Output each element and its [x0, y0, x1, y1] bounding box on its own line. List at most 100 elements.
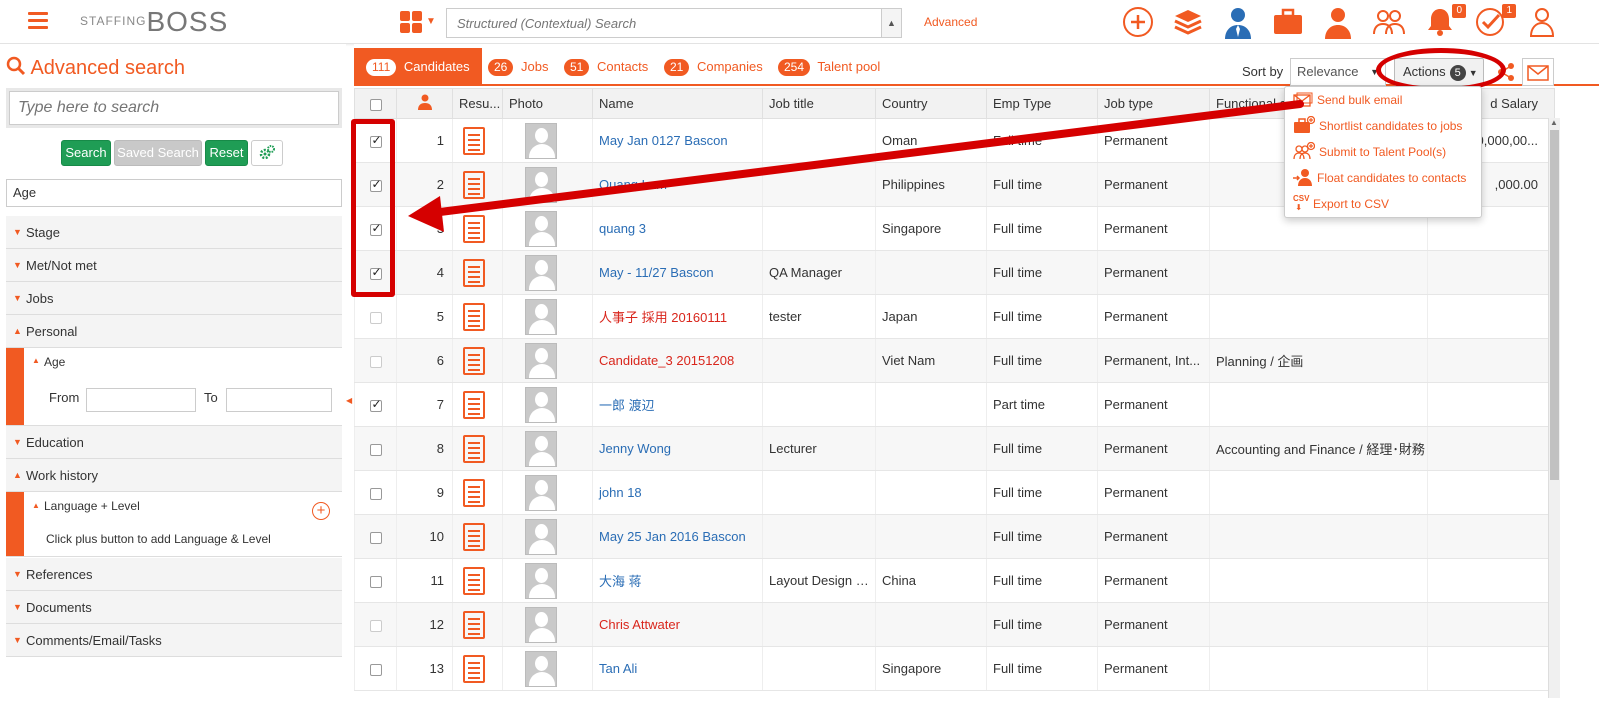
candidate-name-link[interactable]: May 25 Jan 2016 Bascon — [599, 529, 746, 544]
row-checkbox[interactable] — [369, 575, 382, 588]
avatar[interactable] — [525, 650, 557, 687]
candidate-name-link[interactable]: Chris Attwater — [599, 617, 680, 632]
section-personal[interactable]: ▲ Personal — [6, 315, 342, 348]
menu-item-send-bulk-email[interactable]: Send bulk email — [1293, 89, 1402, 111]
avatar[interactable] — [525, 562, 557, 599]
section-documents[interactable]: ▼ Documents — [6, 591, 342, 624]
select-all-checkbox[interactable] — [369, 98, 382, 111]
section-stage[interactable]: ▼ Stage — [6, 216, 342, 249]
candidate-name-link[interactable]: john 18 — [599, 485, 642, 500]
tab-candidates[interactable]: 111 Candidates — [354, 48, 482, 86]
resume-document-icon[interactable] — [463, 302, 485, 331]
layers-icon[interactable] — [1172, 6, 1204, 38]
tab-talent-pool[interactable]: 254 Talent pool — [778, 48, 880, 86]
table-row[interactable]: 4 May - 11/27 Bascon QA Manager Full timePe… — [354, 250, 1555, 295]
resume-document-icon[interactable] — [463, 346, 485, 375]
photo-header[interactable]: Photo — [502, 88, 593, 119]
table-row[interactable]: 8 Jenny Wong Lecturer Full time Permanent Acc… — [354, 426, 1555, 471]
add-language-plus-icon[interactable]: + — [312, 502, 330, 520]
table-row[interactable]: 10 May 25 Jan 2016 Bascon Full time Permane… — [354, 514, 1555, 559]
resume-document-icon[interactable] — [463, 566, 485, 595]
search-caret-button[interactable]: ▲ — [881, 9, 901, 37]
avatar[interactable] — [525, 298, 557, 335]
resume-document-icon[interactable] — [463, 654, 485, 683]
resume-document-icon[interactable] — [463, 434, 485, 463]
section-met-not-met[interactable]: ▼ Met/Not met — [6, 249, 342, 282]
candidate-name-link[interactable]: May Jan 0127 Bascon — [599, 133, 728, 148]
resume-document-icon[interactable] — [463, 258, 485, 287]
email-template-button[interactable] — [1522, 58, 1554, 86]
avatar[interactable] — [525, 122, 557, 159]
saved-search-button[interactable]: Saved Search — [114, 140, 202, 166]
owner-header[interactable] — [396, 88, 453, 119]
avatar[interactable] — [525, 474, 557, 511]
section-references[interactable]: ▼ References — [6, 558, 342, 591]
logo[interactable]: STAFFINGBOSS — [80, 6, 228, 38]
contact-icon[interactable] — [1322, 6, 1354, 39]
panel-search-input[interactable] — [9, 91, 339, 125]
table-row[interactable]: 12 Chris Attwater Full time Permanent — [354, 602, 1555, 647]
resume-document-icon[interactable] — [463, 522, 485, 551]
row-checkbox[interactable] — [369, 355, 382, 368]
avatar[interactable] — [525, 342, 557, 379]
age-from-input[interactable] — [86, 388, 196, 412]
table-row[interactable]: 5 人事子 採用 20160111 tester Japan Full time Perm… — [354, 294, 1555, 339]
candidate-user-icon[interactable] — [1222, 6, 1254, 39]
table-row[interactable]: 13 Tan Ali Singapore Full time Permanent — [354, 646, 1555, 691]
row-checkbox[interactable] — [369, 531, 382, 544]
job-title-header[interactable]: Job title — [762, 88, 876, 119]
avatar[interactable] — [525, 518, 557, 555]
section-education[interactable]: ▼ Education — [6, 426, 342, 459]
add-icon[interactable] — [1122, 6, 1154, 38]
candidate-name-link[interactable]: Quang Lam — [599, 177, 667, 192]
briefcase-icon[interactable] — [1272, 6, 1304, 38]
candidate-name-link[interactable]: quang 3 — [599, 221, 646, 236]
candidate-name-link[interactable]: 一郎 渡辺 — [599, 398, 655, 413]
apps-grid-icon[interactable] — [400, 11, 422, 33]
resume-document-icon[interactable] — [463, 214, 485, 243]
row-checkbox[interactable] — [369, 487, 382, 500]
resume-document-icon[interactable] — [463, 170, 485, 199]
tab-contacts[interactable]: 51 Contacts — [564, 48, 648, 86]
candidate-name-link[interactable]: 大海 蒋 — [599, 574, 642, 589]
resume-document-icon[interactable] — [463, 478, 485, 507]
menu-item-talent-pool[interactable]: Submit to Talent Pool(s) — [1293, 141, 1446, 163]
tasks-check-icon[interactable]: 1 — [1474, 4, 1516, 38]
row-checkbox[interactable] — [369, 311, 382, 324]
candidate-name-link[interactable]: Candidate_3 20151208 — [599, 353, 734, 368]
advanced-link[interactable]: Advanced — [924, 15, 977, 29]
emp-type-header[interactable]: Emp Type — [986, 88, 1098, 119]
scroll-up-icon[interactable]: ▲ — [1550, 118, 1558, 127]
section-work-history[interactable]: ▲ Work history — [6, 459, 342, 492]
table-row[interactable]: 7 一郎 渡辺 Part timePermanent — [354, 382, 1555, 427]
age-to-input[interactable] — [226, 388, 332, 412]
resume-document-icon[interactable] — [463, 126, 485, 155]
triangle-up-icon[interactable]: ▲ — [32, 501, 40, 510]
avatar[interactable] — [525, 254, 557, 291]
candidate-name-link[interactable]: 人事子 採用 20160111 — [599, 310, 727, 325]
notifications-bell-icon[interactable]: 0 — [1424, 4, 1466, 38]
settings-gears-button[interactable] — [251, 140, 283, 166]
profile-icon[interactable] — [1528, 6, 1560, 38]
avatar[interactable] — [525, 210, 557, 247]
table-scrollbar[interactable]: ▲ — [1548, 118, 1560, 698]
country-header[interactable]: Country — [875, 88, 987, 119]
menu-item-float-candidates[interactable]: Float candidates to contacts — [1293, 167, 1466, 189]
table-row[interactable]: 11 大海 蒋 Layout Design E... China Full time Pe… — [354, 558, 1555, 603]
row-checkbox[interactable] — [369, 397, 382, 412]
resume-document-icon[interactable] — [463, 390, 485, 419]
candidate-name-link[interactable]: Jenny Wong — [599, 441, 671, 456]
tab-jobs[interactable]: 26 Jobs — [488, 48, 548, 86]
avatar[interactable] — [525, 166, 557, 203]
avatar[interactable] — [525, 606, 557, 643]
row-checkbox[interactable] — [369, 663, 382, 676]
menu-item-export-csv[interactable]: CSV ⬇ Export to CSV — [1293, 193, 1389, 215]
row-checkbox[interactable] — [369, 619, 382, 632]
tab-companies[interactable]: 21 Companies — [664, 48, 763, 86]
avatar[interactable] — [525, 386, 557, 423]
menu-item-shortlist[interactable]: Shortlist candidates to jobs — [1293, 115, 1462, 137]
candidate-name-link[interactable]: May - 11/27 Bascon — [599, 265, 714, 280]
chevron-down-icon[interactable]: ▼ — [426, 16, 436, 27]
job-type-header[interactable]: Job type — [1097, 88, 1210, 119]
resume-document-icon[interactable] — [463, 610, 485, 639]
